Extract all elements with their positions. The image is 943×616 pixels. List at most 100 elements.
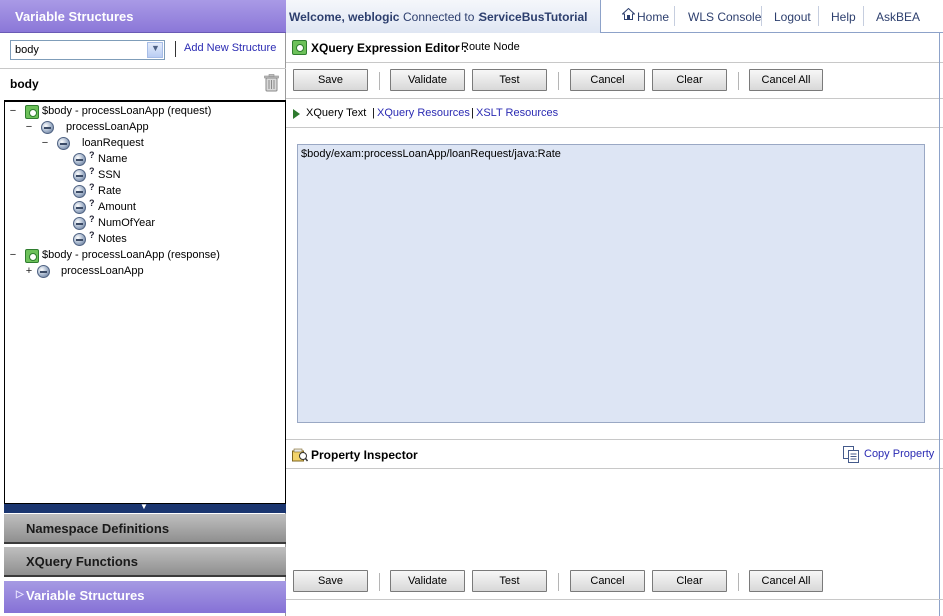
optional-element-icon <box>73 185 86 198</box>
left-panel: Variable Structures body ▼ Add New Struc… <box>0 0 286 616</box>
save-button[interactable]: Save <box>293 570 368 592</box>
xquery-expression-input[interactable]: $body/exam:processLoanApp/loanRequest/ja… <box>297 144 925 423</box>
tree-node-label: Rate <box>98 185 122 197</box>
structure-select-value: body <box>15 44 39 56</box>
element-icon <box>25 105 39 119</box>
connected-label: Connected to : <box>403 10 482 24</box>
tree-node-label: Name <box>98 153 128 165</box>
variable-structures-header: Variable Structures <box>0 0 286 33</box>
copy-property-link[interactable]: Copy Property <box>864 448 934 460</box>
home-link[interactable]: Home <box>637 10 669 24</box>
editor-header: XQuery Expression Editor : Route Node <box>286 34 943 63</box>
sequence-icon <box>37 265 50 278</box>
clear-button[interactable]: Clear <box>652 69 727 91</box>
test-button[interactable]: Test <box>472 69 547 91</box>
expand-toggle[interactable]: + <box>25 264 33 279</box>
divider <box>738 72 739 90</box>
trash-icon[interactable] <box>264 74 279 92</box>
editor-tabs: XQuery Text | XQuery Resources | XSLT Re… <box>286 98 943 128</box>
editor-subtitle: Route Node <box>461 41 520 53</box>
wls-console-link[interactable]: WLS Console <box>688 10 761 24</box>
save-button[interactable]: Save <box>293 69 368 91</box>
top-toolbar: Save Validate Test Cancel Clear Cancel A… <box>286 65 943 97</box>
panel-splitter[interactable]: ▼ <box>4 502 286 513</box>
collapse-toggle[interactable]: − <box>9 248 17 263</box>
tree-node-label: Notes <box>98 233 127 245</box>
divider <box>674 6 675 26</box>
divider <box>863 6 864 26</box>
divider <box>738 573 739 591</box>
cancel-all-button[interactable]: Cancel All <box>749 69 823 91</box>
copy-property-icon[interactable] <box>843 446 859 463</box>
optional-mark: ? <box>89 150 95 160</box>
tab-separator: | <box>372 107 375 119</box>
welcome-text: Welcome, weblogic <box>289 10 400 24</box>
accordion-variable-structures[interactable]: ▷ Variable Structures <box>4 581 286 613</box>
tab-separator: | <box>471 107 474 119</box>
structure-name: body <box>10 77 39 91</box>
collapse-toggle[interactable]: − <box>25 120 33 135</box>
divider <box>379 72 380 90</box>
home-icon[interactable] <box>622 8 635 20</box>
tree-node-label: SSN <box>98 169 121 181</box>
tree-node-label: $body - processLoanApp (request) <box>42 105 212 117</box>
collapse-toggle[interactable]: − <box>9 104 17 119</box>
optional-mark: ? <box>89 214 95 224</box>
accordion-namespace-definitions[interactable]: Namespace Definitions <box>4 514 286 544</box>
askbea-link[interactable]: AskBEA <box>876 10 920 24</box>
divider <box>175 41 176 57</box>
accordion-label: Variable Structures <box>26 588 145 603</box>
xquery-icon <box>292 40 307 55</box>
validate-button[interactable]: Validate <box>390 570 465 592</box>
tree-node-label: processLoanApp <box>66 121 149 133</box>
optional-element-icon <box>73 217 86 230</box>
divider <box>818 6 819 26</box>
logout-link[interactable]: Logout <box>774 10 811 24</box>
structure-tree: − $body - processLoanApp (request) − pro… <box>4 100 286 504</box>
tab-xquery-resources[interactable]: XQuery Resources <box>377 107 470 119</box>
server-name: ServiceBusTutorial <box>479 10 588 24</box>
optional-element-icon <box>73 169 86 182</box>
sequence-icon <box>57 137 70 150</box>
property-inspector-title: Property Inspector <box>311 448 418 462</box>
tree-node-label: $body - processLoanApp (response) <box>42 249 220 261</box>
optional-element-icon <box>73 153 86 166</box>
chevron-down-icon: ▼ <box>140 502 148 511</box>
add-new-structure-link[interactable]: Add New Structure <box>184 42 276 54</box>
cancel-button[interactable]: Cancel <box>570 69 645 91</box>
divider <box>558 573 559 591</box>
property-inspector-header: Property Inspector Copy Property <box>286 439 943 469</box>
divider <box>761 6 762 26</box>
divider <box>558 72 559 90</box>
optional-mark: ? <box>89 230 95 240</box>
help-link[interactable]: Help <box>831 10 856 24</box>
optional-mark: ? <box>89 182 95 192</box>
test-button[interactable]: Test <box>472 570 547 592</box>
cancel-all-button[interactable]: Cancel All <box>749 570 823 592</box>
top-navigation: Welcome, weblogic Connected to : Service… <box>286 0 943 33</box>
play-arrow-icon <box>293 109 300 119</box>
tree-node-label: processLoanApp <box>61 265 144 277</box>
element-icon <box>25 249 39 263</box>
tree-node-label: Amount <box>98 201 136 213</box>
chevron-right-icon: ▷ <box>16 589 24 600</box>
optional-mark: ? <box>89 198 95 208</box>
property-inspector-icon <box>292 448 308 462</box>
chevron-down-icon[interactable]: ▼ <box>147 42 163 58</box>
editor-title: XQuery Expression Editor : <box>311 41 468 55</box>
optional-element-icon <box>73 201 86 214</box>
welcome-area: Welcome, weblogic Connected to : Service… <box>286 0 601 33</box>
cancel-button[interactable]: Cancel <box>570 570 645 592</box>
divider <box>0 68 286 69</box>
right-border <box>939 33 940 616</box>
collapse-toggle[interactable]: − <box>41 136 49 151</box>
accordion-xquery-functions[interactable]: XQuery Functions <box>4 547 286 577</box>
validate-button[interactable]: Validate <box>390 69 465 91</box>
optional-element-icon <box>73 233 86 246</box>
sequence-icon <box>41 121 54 134</box>
tab-xslt-resources[interactable]: XSLT Resources <box>476 107 558 119</box>
clear-button[interactable]: Clear <box>652 570 727 592</box>
structure-select[interactable]: body ▼ <box>10 40 165 60</box>
tab-xquery-text[interactable]: XQuery Text <box>306 107 366 119</box>
bottom-toolbar: Save Validate Test Cancel Clear Cancel A… <box>286 566 943 598</box>
